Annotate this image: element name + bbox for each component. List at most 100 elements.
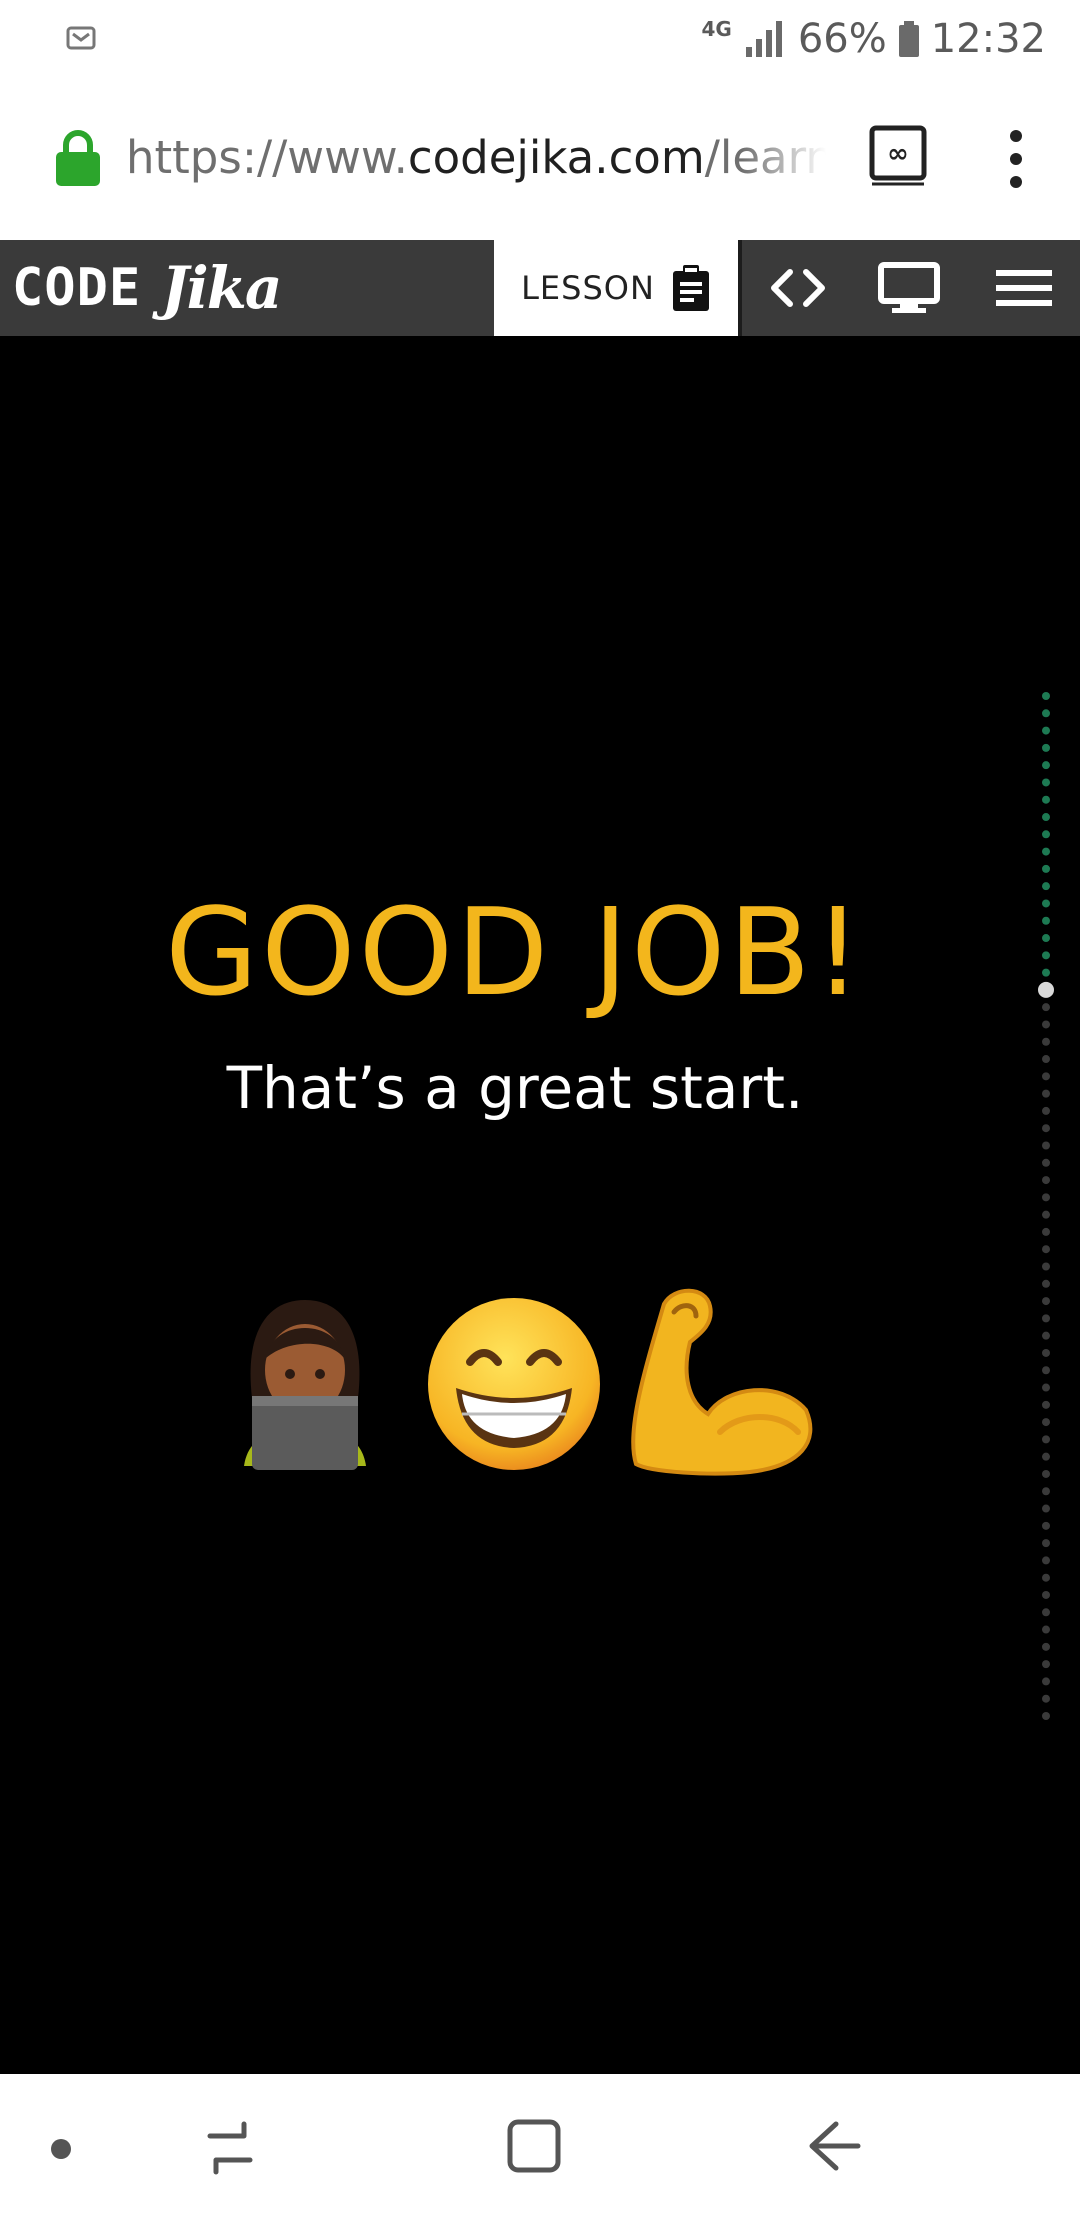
progress-dot[interactable] [1042,1106,1050,1115]
flexed-biceps-icon [631,1288,813,1476]
progress-dot[interactable] [1042,1262,1050,1271]
nav-dot-icon[interactable] [50,2138,72,2160]
network-type: 4G [701,17,732,41]
progress-dot[interactable] [1042,1452,1050,1461]
url-field[interactable]: https://www.codejika.com/learn [126,130,826,186]
notification-icon [66,26,96,50]
progress-dot[interactable] [1042,1435,1050,1444]
progress-dot[interactable] [1042,1418,1050,1427]
progress-dot[interactable] [1042,1245,1050,1254]
progress-dot[interactable] [1042,1227,1050,1236]
emoji-row [230,1288,830,1478]
recent-apps-icon[interactable] [204,2118,256,2178]
browser-menu-icon[interactable] [998,128,1034,190]
progress-dot[interactable] [1042,692,1050,700]
url-path: /learn [704,131,826,184]
lesson-slide: GOOD JOB! That’s a great start. [0,336,1080,2074]
screen-icon[interactable] [878,262,940,314]
url-host: codejika.com [407,131,705,184]
slide-title: GOOD JOB! [165,884,865,1023]
progress-dot[interactable] [1042,1694,1050,1703]
codejika-logo[interactable]: CODE Jika [12,252,282,324]
progress-dot[interactable] [1042,1712,1050,1720]
progress-dot[interactable] [1042,778,1050,787]
logo-code-text: CODE [12,258,142,318]
progress-dot[interactable] [1042,916,1050,925]
progress-dot[interactable] [1042,813,1050,822]
progress-dot[interactable] [1042,882,1050,891]
status-right: 4G 66% 12:32 [701,12,1046,66]
progress-dot[interactable] [1042,1539,1050,1548]
progress-dot[interactable] [1042,743,1050,752]
logo-jika-text: Jika [161,254,282,322]
progress-dot[interactable] [1042,1210,1050,1219]
lock-icon[interactable] [54,128,102,188]
progress-dot[interactable] [1042,899,1050,908]
tab-lesson[interactable]: LESSON [494,240,738,336]
progress-dot[interactable] [1042,830,1050,839]
browser-url-bar: https://www.codejika.com/learn ∞ [0,78,1080,240]
url-scheme: https://www. [126,131,408,184]
progress-dot[interactable] [1042,1331,1050,1340]
signal-icon [745,21,782,57]
clock: 12:32 [930,16,1046,62]
home-icon[interactable] [506,2118,562,2174]
progress-dot[interactable] [1042,847,1050,856]
nav-divider [738,240,742,336]
slide-subtitle: That’s a great start. [226,1054,804,1122]
progress-dot[interactable] [1042,795,1050,804]
progress-dot[interactable] [1042,1504,1050,1513]
progress-dot-current[interactable] [1038,981,1054,998]
progress-dot[interactable] [1042,934,1050,943]
back-icon[interactable] [806,2118,862,2174]
code-icon[interactable] [770,266,826,310]
progress-dot[interactable] [1042,1366,1050,1375]
progress-dot[interactable] [1042,1625,1050,1634]
tab-count-symbol: ∞ [887,139,909,169]
progress-dot[interactable] [1042,1089,1050,1098]
progress-dot[interactable] [1042,1590,1050,1599]
progress-dot[interactable] [1042,968,1050,977]
android-nav-bar [0,2074,1080,2220]
hamburger-icon[interactable] [994,266,1054,310]
progress-dot[interactable] [1042,761,1050,770]
progress-dot[interactable] [1042,1314,1050,1323]
progress-dot[interactable] [1042,1556,1050,1565]
tab-switcher-icon[interactable]: ∞ [868,124,930,186]
progress-dot[interactable] [1042,1055,1050,1064]
progress-dot[interactable] [1042,1521,1050,1530]
progress-dot[interactable] [1042,1003,1050,1012]
progress-dot[interactable] [1042,1297,1050,1306]
progress-dot[interactable] [1042,1279,1050,1288]
progress-dot[interactable] [1042,1072,1050,1081]
progress-dot[interactable] [1042,1383,1050,1392]
progress-dot[interactable] [1042,1487,1050,1496]
progress-dot[interactable] [1042,726,1050,735]
progress-dot[interactable] [1042,1176,1050,1185]
progress-dot[interactable] [1042,1660,1050,1669]
progress-dot[interactable] [1042,864,1050,873]
progress-dot[interactable] [1042,1193,1050,1202]
progress-dot[interactable] [1042,1573,1050,1582]
progress-dot[interactable] [1042,1677,1050,1686]
progress-dot[interactable] [1042,1400,1050,1409]
progress-dot[interactable] [1042,1020,1050,1029]
progress-dot[interactable] [1042,709,1050,718]
battery-icon [898,21,919,57]
woman-technologist-icon [244,1300,366,1470]
app-nav: CODE Jika LESSON [0,240,1080,336]
progress-dot[interactable] [1042,1608,1050,1617]
clipboard-icon [672,265,709,311]
progress-dot[interactable] [1042,1124,1050,1133]
progress-dot[interactable] [1042,1348,1050,1357]
grinning-face-icon [428,1298,600,1470]
progress-dot[interactable] [1042,951,1050,960]
status-bar: 4G 66% 12:32 [0,0,1080,78]
battery-percent: 66% [797,16,887,62]
lesson-label: LESSON [521,269,655,307]
progress-dot[interactable] [1042,1642,1050,1651]
progress-dot[interactable] [1042,1158,1050,1167]
progress-dot[interactable] [1042,1141,1050,1150]
progress-dot[interactable] [1042,1469,1050,1478]
progress-dot[interactable] [1042,1037,1050,1046]
